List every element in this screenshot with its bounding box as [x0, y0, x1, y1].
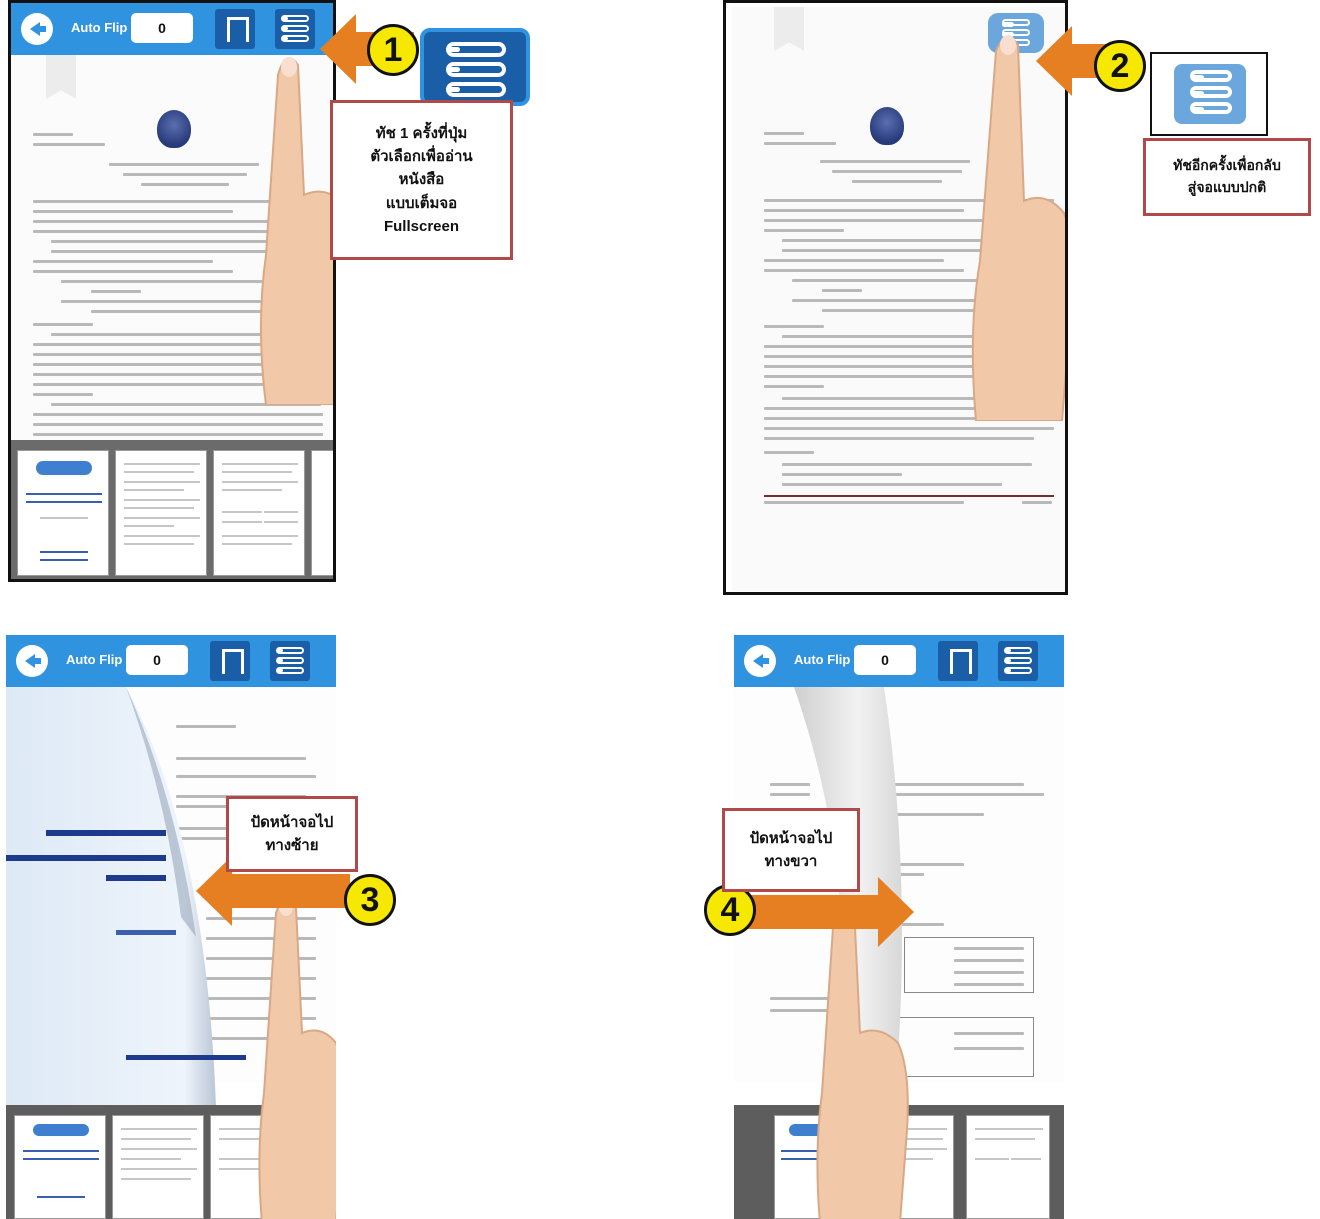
back-arrow-icon[interactable]: [21, 13, 53, 45]
auto-flip-label: Auto Flip: [66, 652, 123, 667]
page-number-input[interactable]: 0: [126, 645, 188, 675]
instruction-callout-4: ปัดหน้าจอไป ทางขวา: [722, 808, 860, 892]
cover-title-line: [106, 875, 166, 881]
cover-title-line: [46, 830, 166, 836]
bookmark-icon[interactable]: [938, 641, 978, 681]
list-menu-icon-zoom: [420, 28, 530, 106]
list-menu-icon-zoom: [1150, 52, 1268, 136]
page-curl-left: [6, 687, 216, 1107]
instruction-callout-2: ทัชอีกครั้งเพื่อกลับ สู่จอแบบปกติ: [1143, 138, 1311, 216]
bookmark-icon[interactable]: [210, 641, 250, 681]
panel-step-3: Auto Flip 0: [6, 635, 336, 1219]
thumbnail-cover[interactable]: [17, 450, 109, 576]
school-seal-icon: [157, 110, 191, 148]
touch-hand-icon: [258, 898, 336, 1219]
thumbnail-page-4[interactable]: [311, 450, 333, 576]
panel-step-2: [723, 0, 1068, 595]
app-toolbar: Auto Flip 0: [6, 635, 336, 687]
instruction-callout-1: ทัช 1 ครั้งที่ปุ่ม ตัวเลือกเพื่ออ่าน หนั…: [330, 100, 513, 260]
page-number-input[interactable]: 0: [854, 645, 916, 675]
swipe-right-arrow: [740, 877, 914, 947]
step-badge-1: 1: [367, 24, 419, 76]
list-menu-icon[interactable]: [998, 641, 1038, 681]
step-badge-3: 3: [344, 874, 396, 926]
thumbnail-page-3[interactable]: [966, 1115, 1050, 1219]
touch-hand-icon: [260, 56, 333, 405]
instruction-callout-3: ปัดหน้าจอไป ทางซ้าย: [226, 796, 358, 872]
list-menu-icon[interactable]: [270, 641, 310, 681]
step-badge-2: 2: [1094, 40, 1146, 92]
auto-flip-label: Auto Flip: [794, 652, 851, 667]
page-number-input[interactable]: 0: [131, 13, 193, 43]
cover-footer-line: [126, 1055, 246, 1060]
back-arrow-icon[interactable]: [744, 645, 776, 677]
back-arrow-icon[interactable]: [16, 645, 48, 677]
panel-step-1: Auto Flip 0: [8, 0, 336, 582]
thumbnail-strip[interactable]: [11, 440, 333, 579]
page-ribbon: [774, 7, 804, 51]
auto-flip-label: Auto Flip: [71, 20, 128, 35]
swipe-left-arrow: [196, 856, 350, 926]
thumbnail-page-2[interactable]: [115, 450, 207, 576]
thumbnail-page-2[interactable]: [112, 1115, 204, 1219]
cover-date-line: [116, 930, 176, 935]
thumbnail-cover[interactable]: [14, 1115, 106, 1219]
bookmark-icon[interactable]: [215, 9, 255, 49]
school-seal-icon: [870, 107, 904, 145]
thumbnail-page-3[interactable]: [213, 450, 305, 576]
app-toolbar: Auto Flip 0: [734, 635, 1064, 687]
list-menu-icon[interactable]: [275, 9, 315, 49]
cover-title-line: [6, 855, 166, 861]
page-ribbon: [46, 55, 76, 99]
